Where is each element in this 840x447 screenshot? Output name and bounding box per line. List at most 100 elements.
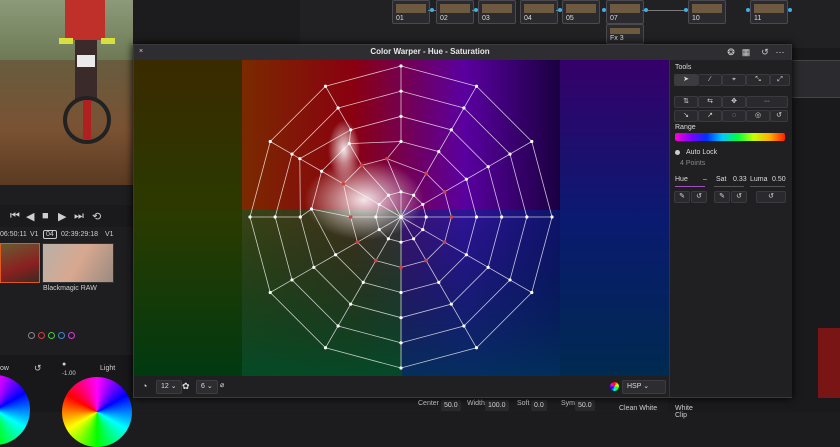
- mesh-control-point[interactable]: [268, 290, 272, 295]
- mesh-control-point[interactable]: [399, 64, 403, 68]
- mesh-control-point[interactable]: [500, 215, 504, 219]
- mesh-control-point[interactable]: [411, 237, 416, 241]
- mesh-control-point[interactable]: [386, 237, 391, 241]
- center-value[interactable]: 50.0: [441, 400, 461, 411]
- pen-tool-icon[interactable]: ∕: [698, 74, 722, 86]
- node-03[interactable]: 03: [478, 0, 516, 24]
- warper-canvas[interactable]: [134, 60, 669, 376]
- step-back-icon[interactable]: ◀: [26, 210, 34, 223]
- mesh-control-point[interactable]: [268, 139, 272, 144]
- node-fx3[interactable]: Fx 3: [606, 24, 644, 44]
- mesh-control-point[interactable]: [462, 324, 466, 328]
- mesh-control-point[interactable]: [508, 152, 512, 156]
- node-04[interactable]: 04: [520, 0, 558, 24]
- mesh-control-point[interactable]: [374, 215, 378, 219]
- undo-hue-icon[interactable]: ↺: [691, 191, 707, 203]
- mesh-control-point[interactable]: [474, 84, 479, 88]
- node-editor[interactable]: 01 02 03 04 05 07 10 11 Fx 3: [300, 0, 840, 48]
- mesh-control-point[interactable]: [486, 265, 490, 269]
- mesh-control-point[interactable]: [464, 177, 468, 181]
- range-gradient-bar[interactable]: [675, 133, 785, 141]
- mesh-control-point[interactable]: [349, 302, 353, 306]
- reset-icon[interactable]: ↺: [760, 47, 770, 57]
- pin-tool-icon[interactable]: ⌖: [722, 74, 746, 86]
- mesh-control-point[interactable]: [424, 215, 428, 219]
- contract-tool-icon[interactable]: ⤡: [746, 74, 770, 86]
- mesh-control-point[interactable]: [442, 240, 447, 244]
- mesh-control-point[interactable]: [474, 346, 479, 350]
- mesh-control-point[interactable]: [399, 139, 403, 144]
- node-05[interactable]: 05: [562, 0, 600, 24]
- mesh-control-point[interactable]: [421, 227, 425, 232]
- sat-divisions-select[interactable]: 6 ⌄: [196, 380, 218, 394]
- mesh-control-point[interactable]: [449, 128, 453, 132]
- mesh-control-point[interactable]: [323, 84, 328, 88]
- mesh-control-point[interactable]: [530, 290, 534, 295]
- luma-value[interactable]: 0.50: [772, 176, 786, 183]
- mesh-control-point[interactable]: [424, 171, 428, 176]
- mesh-control-point[interactable]: [273, 215, 277, 219]
- mesh-control-point[interactable]: [486, 165, 490, 169]
- mesh-control-point[interactable]: [399, 114, 403, 118]
- mesh-control-point[interactable]: [336, 106, 340, 110]
- undo-luma-icon[interactable]: ↺: [756, 191, 786, 203]
- mesh-control-point[interactable]: [347, 142, 351, 146]
- node-07[interactable]: 07: [606, 0, 644, 24]
- dots-tool-icon[interactable]: ∙∙∙: [746, 96, 788, 108]
- hue-slider[interactable]: [675, 186, 705, 187]
- mesh-control-point[interactable]: [386, 193, 391, 197]
- clip-thumb-1[interactable]: [0, 243, 40, 283]
- node-01[interactable]: 01: [392, 0, 430, 24]
- eyedropper-icon[interactable]: ✎: [674, 191, 690, 203]
- mesh-control-point[interactable]: [298, 157, 302, 161]
- mesh-control-point[interactable]: [550, 215, 554, 219]
- mesh-control-point[interactable]: [377, 227, 381, 232]
- mesh-control-point[interactable]: [334, 253, 338, 257]
- mesh-control-point[interactable]: [449, 302, 453, 306]
- node-11[interactable]: 11: [750, 0, 788, 24]
- mesh-control-point[interactable]: [449, 215, 454, 219]
- mesh-control-point[interactable]: [399, 290, 403, 295]
- sat-slider[interactable]: [714, 186, 744, 187]
- sat-value[interactable]: 0.33: [733, 176, 747, 183]
- drop-icon[interactable]: ◌: [722, 110, 746, 122]
- undo-sat-icon[interactable]: ↺: [731, 191, 747, 203]
- mesh-control-point[interactable]: [421, 202, 425, 207]
- mesh-control-point[interactable]: [508, 278, 512, 282]
- mesh-control-point[interactable]: [298, 215, 302, 219]
- mesh-control-point[interactable]: [374, 258, 378, 263]
- mesh-control-point[interactable]: [530, 139, 534, 144]
- select-tool-icon[interactable]: ➤: [674, 74, 698, 86]
- auto-lock-toggle[interactable]: [675, 150, 680, 155]
- mesh-control-point[interactable]: [399, 341, 403, 345]
- mesh-control-point[interactable]: [312, 265, 316, 269]
- mesh-control-point[interactable]: [323, 346, 328, 350]
- move-tool-icon[interactable]: ⇅: [674, 96, 698, 108]
- mesh-control-point[interactable]: [248, 215, 252, 219]
- mesh-control-point[interactable]: [320, 169, 324, 173]
- mesh-control-point[interactable]: [348, 215, 353, 219]
- mesh-control-point[interactable]: [290, 152, 294, 156]
- mesh-control-point[interactable]: [437, 280, 441, 284]
- sat-tool-icon[interactable]: ✥: [722, 96, 746, 108]
- points-select[interactable]: 4 Points: [680, 160, 705, 167]
- skip-forward-icon[interactable]: ⏭: [74, 210, 84, 223]
- dialog-titlebar[interactable]: × Color Warper - Hue - Saturation ❂ ▦ ↺ …: [134, 45, 791, 60]
- mesh-control-point[interactable]: [474, 215, 479, 219]
- mesh-control-point[interactable]: [377, 202, 381, 207]
- reset-points-icon[interactable]: ↺: [770, 110, 788, 122]
- reset-icon[interactable]: ↺: [34, 363, 42, 374]
- soft-value[interactable]: 0.0: [531, 400, 547, 411]
- mesh-control-point[interactable]: [355, 240, 360, 244]
- ring-icon[interactable]: ◎: [746, 110, 770, 122]
- loop-icon[interactable]: ⟲: [92, 210, 101, 223]
- play-icon[interactable]: ▶: [58, 210, 66, 223]
- mesh-control-point[interactable]: [360, 163, 364, 168]
- mesh-control-point[interactable]: [336, 324, 340, 328]
- hue-value[interactable]: –: [703, 176, 707, 183]
- mesh-center-point[interactable]: [399, 215, 403, 219]
- color-mode-icon[interactable]: ❂: [726, 47, 736, 57]
- node-02[interactable]: 02: [436, 0, 474, 24]
- mesh-control-point[interactable]: [290, 278, 294, 282]
- mesh-control-point[interactable]: [349, 128, 353, 132]
